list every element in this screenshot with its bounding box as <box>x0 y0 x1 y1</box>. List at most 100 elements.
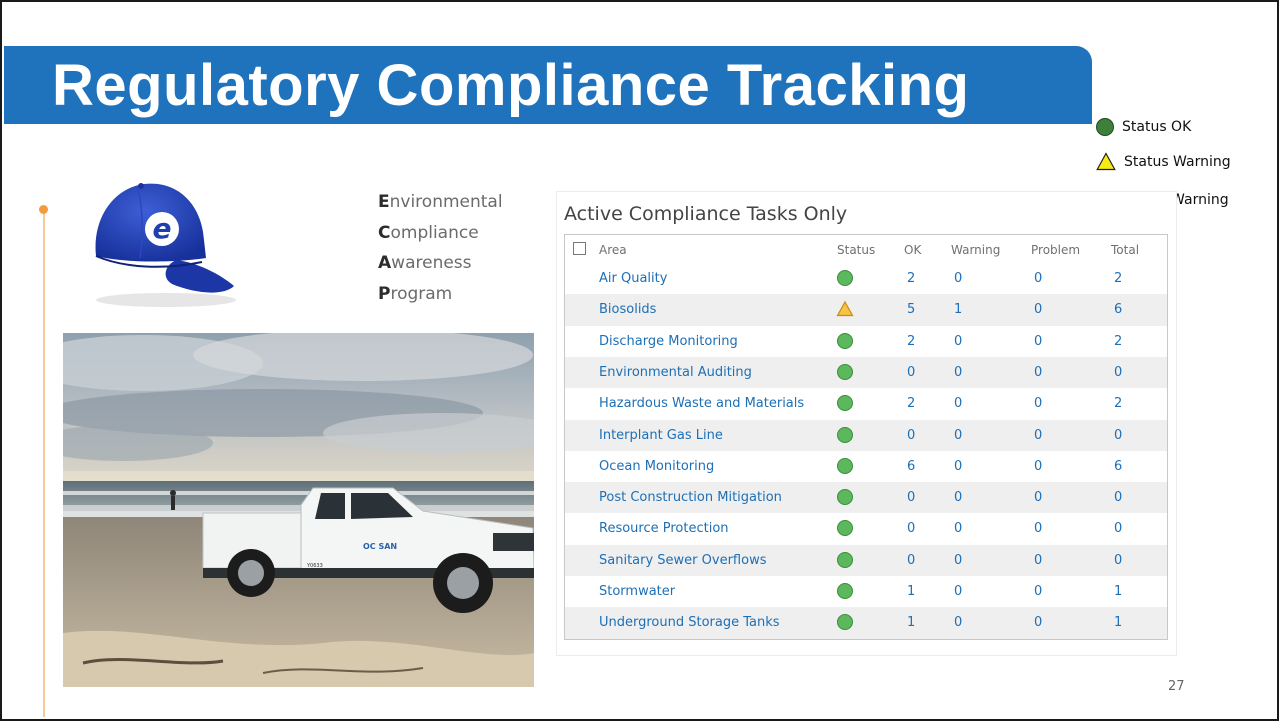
warning-count: 0 <box>954 584 963 599</box>
legend-label-warning: Status Warning <box>1124 153 1231 170</box>
status-ok-icon <box>837 520 853 537</box>
table-row[interactable]: Environmental Auditing 0 0 0 0 <box>565 356 1167 389</box>
area-link[interactable]: Air Quality <box>599 271 667 286</box>
area-link[interactable]: Resource Protection <box>599 521 729 536</box>
table-row[interactable]: Biosolids 5 1 0 6 <box>565 294 1167 326</box>
ok-count: 2 <box>907 271 916 286</box>
table-row[interactable]: Air Quality 2 0 0 2 <box>565 263 1167 294</box>
acronym-line: Environmental <box>378 192 503 212</box>
problem-count: 0 <box>1034 302 1043 318</box>
problem-count: 0 <box>1034 584 1043 599</box>
problem-count: 0 <box>1034 333 1043 349</box>
table-row[interactable]: Ocean Monitoring 6 0 0 6 <box>565 451 1167 482</box>
area-link[interactable]: Interplant Gas Line <box>599 428 723 443</box>
area-link[interactable]: Sanitary Sewer Overflows <box>599 553 766 568</box>
beach-truck-photo: OC SAN Y0633 <box>63 333 534 687</box>
status-ok-icon <box>837 363 853 380</box>
truck-logo: OC SAN <box>363 542 397 551</box>
total-count: 0 <box>1114 552 1123 568</box>
total-count: 1 <box>1114 615 1123 631</box>
warning-count: 0 <box>954 552 963 568</box>
warning-count: 0 <box>954 396 963 412</box>
ok-count: 0 <box>907 552 916 568</box>
truck-number: Y0633 <box>306 563 323 569</box>
status-ok-icon <box>837 395 853 412</box>
table-row[interactable]: Interplant Gas Line 0 0 0 0 <box>565 419 1167 451</box>
total-count: 2 <box>1114 271 1123 286</box>
page-number: 27 <box>1168 679 1185 694</box>
legend-warning: Status Warning <box>1096 152 1231 171</box>
select-all-checkbox[interactable] <box>573 242 586 255</box>
ok-count: 0 <box>907 521 916 537</box>
problem-count: 0 <box>1034 490 1043 506</box>
problem-count: 0 <box>1034 458 1043 474</box>
status-ok-icon <box>837 270 853 286</box>
header-problem[interactable]: Problem <box>1031 243 1080 257</box>
ok-count: 2 <box>907 396 916 412</box>
ok-count: 1 <box>907 584 916 599</box>
green-circle-icon <box>1096 118 1114 136</box>
ok-count: 2 <box>907 333 916 349</box>
problem-count: 0 <box>1034 552 1043 568</box>
status-ok-icon <box>837 426 853 443</box>
warning-count: 0 <box>954 490 963 506</box>
area-link[interactable]: Biosolids <box>599 302 656 317</box>
area-link[interactable]: Stormwater <box>599 584 675 599</box>
problem-count: 0 <box>1034 427 1043 443</box>
warning-count: 0 <box>954 615 963 631</box>
area-link[interactable]: Underground Storage Tanks <box>599 615 780 630</box>
total-count: 6 <box>1114 302 1123 318</box>
warning-count: 1 <box>954 302 963 318</box>
acronym-line: Program <box>378 283 453 304</box>
table-row[interactable]: Sanitary Sewer Overflows 0 0 0 0 <box>565 544 1167 576</box>
ok-count: 0 <box>907 427 916 443</box>
table-row[interactable]: Underground Storage Tanks 1 0 0 1 <box>565 607 1167 639</box>
header-area[interactable]: Area <box>599 243 627 257</box>
table-row[interactable]: Stormwater 1 0 0 1 <box>565 576 1167 607</box>
slide-title: Regulatory Compliance Tracking <box>52 53 970 118</box>
header-ok[interactable]: OK <box>904 243 921 257</box>
problem-count: 0 <box>1034 521 1043 537</box>
table-header: Area Status OK Warning Problem Total <box>565 235 1167 263</box>
cap-letter: e <box>153 212 172 245</box>
total-count: 2 <box>1114 396 1123 412</box>
ecap-cap-logo: e <box>95 183 236 307</box>
ok-count: 5 <box>907 302 916 318</box>
table-row[interactable]: Hazardous Waste and Materials 2 0 0 2 <box>565 388 1167 419</box>
total-count: 6 <box>1114 458 1123 474</box>
ok-count: 0 <box>907 364 916 380</box>
panel-title: Active Compliance Tasks Only <box>564 203 848 225</box>
acronym-line: Awareness <box>378 253 472 273</box>
warning-count: 0 <box>954 458 963 474</box>
warning-count: 0 <box>954 427 963 443</box>
header-total[interactable]: Total <box>1111 243 1139 257</box>
area-link[interactable]: Environmental Auditing <box>599 365 752 380</box>
status-ok-icon <box>837 614 853 631</box>
problem-count: 0 <box>1034 364 1043 380</box>
header-status[interactable]: Status <box>837 243 875 257</box>
ecap-acronym: Environmental Compliance Awareness Progr… <box>378 187 503 309</box>
warning-triangle-icon <box>836 301 854 317</box>
area-link[interactable]: Post Construction Mitigation <box>599 490 782 505</box>
table-row[interactable]: Resource Protection 0 0 0 0 <box>565 513 1167 544</box>
area-link[interactable]: Hazardous Waste and Materials <box>599 396 804 411</box>
accent-dot <box>39 205 48 214</box>
ok-count: 6 <box>907 458 916 474</box>
total-count: 0 <box>1114 364 1123 380</box>
status-ok-icon <box>837 583 853 599</box>
total-count: 1 <box>1114 584 1123 599</box>
table-row[interactable]: Post Construction Mitigation 0 0 0 0 <box>565 482 1167 514</box>
yellow-triangle-icon <box>1096 152 1116 171</box>
legend-label-ok: Status OK <box>1122 119 1192 135</box>
warning-count: 0 <box>954 364 963 380</box>
total-count: 2 <box>1114 333 1123 349</box>
area-link[interactable]: Discharge Monitoring <box>599 334 738 349</box>
total-count: 0 <box>1114 490 1123 506</box>
area-link[interactable]: Ocean Monitoring <box>599 459 714 474</box>
total-count: 0 <box>1114 521 1123 537</box>
compliance-table: Area Status OK Warning Problem Total Air… <box>564 234 1168 640</box>
table-row[interactable]: Discharge Monitoring 2 0 0 2 <box>565 326 1167 357</box>
ok-count: 1 <box>907 615 916 631</box>
warning-count: 0 <box>954 333 963 349</box>
header-warning[interactable]: Warning <box>951 243 1000 257</box>
